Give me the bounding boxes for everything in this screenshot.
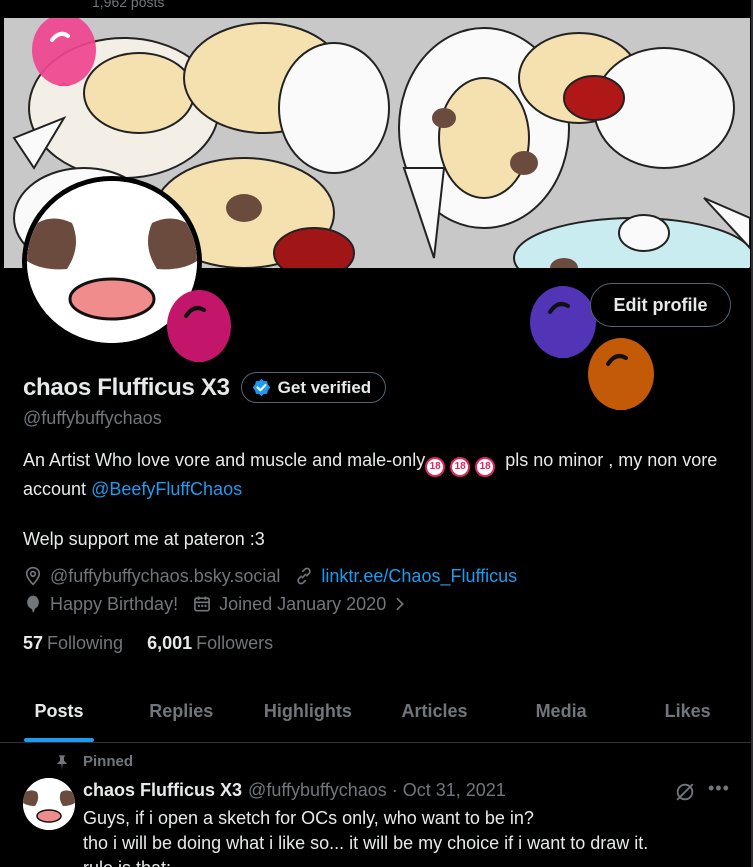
tab-label: Replies [149, 701, 214, 721]
tab-posts[interactable]: Posts [0, 681, 118, 742]
birthday-item: Happy Birthday! [23, 594, 178, 615]
top-bar: 1,962 posts [0, 0, 753, 18]
calendar-icon [194, 596, 210, 612]
pin-icon [57, 754, 67, 769]
tab-label: Posts [34, 701, 84, 721]
more-options-icon[interactable]: ••• [708, 778, 730, 799]
tab-media[interactable]: Media [498, 681, 625, 742]
edit-profile-button[interactable]: Edit profile [590, 283, 731, 327]
tweet-author-meta[interactable]: @fuffybuffychaos · Oct 31, 2021 [248, 780, 506, 801]
tab-label: Highlights [263, 701, 352, 721]
followers-label: Followers [196, 633, 274, 653]
profile-handle: @fuffybuffychaos [23, 408, 162, 428]
profile-name-row: chaos Flufficus X3 Get verified [23, 372, 387, 403]
tweet-line: Guys, if i open a sketch for OCs only, w… [83, 808, 534, 828]
bio-mention-link[interactable]: @BeefyFluffChaos [91, 479, 242, 499]
link-icon [297, 567, 312, 585]
chevron-right-icon [396, 597, 405, 611]
get-verified-button[interactable]: Get verified [240, 372, 387, 403]
location-text: @fuffybuffychaos.bsky.social [50, 565, 281, 586]
balloon-pink-icon [32, 18, 96, 86]
eighteen-plus-icon: 18 [475, 457, 496, 477]
display-name: chaos Flufficus X3 [23, 373, 230, 401]
website-item[interactable]: linktr.ee/Chaos_Flufficus [294, 566, 517, 587]
profile-tabs: Posts Replies Highlights Articles Media … [0, 681, 751, 743]
balloon-magenta-icon [167, 290, 231, 362]
website-link[interactable]: linktr.ee/Chaos_Flufficus [321, 566, 517, 587]
location-item: @fuffybuffychaos.bsky.social [23, 566, 280, 587]
pinned-indicator: Pinned [56, 753, 133, 770]
tab-label: Likes [664, 701, 711, 721]
post-count: 1,962 posts [92, 0, 165, 10]
tab-highlights[interactable]: Highlights [245, 681, 372, 742]
tab-label: Articles [401, 701, 468, 721]
joined-text: Joined January 2020 [219, 593, 387, 614]
profile-bio: An Artist Who love vore and muscle and m… [23, 448, 733, 551]
eighteen-plus-icon: 18 [450, 457, 471, 477]
follow-stats: 57 Following 6,001 Followers [23, 633, 297, 654]
tweet-author-name[interactable]: chaos Flufficus X3 [83, 780, 242, 801]
following-count: 57 [23, 633, 44, 653]
birthday-text: Happy Birthday! [50, 593, 179, 614]
tab-likes[interactable]: Likes [624, 681, 751, 742]
tab-label: Media [535, 701, 587, 721]
balloon-orange-icon [588, 338, 654, 410]
tweet-line: rule is that: [83, 856, 733, 867]
bio-text-part1: An Artist Who love vore and muscle and m… [23, 450, 426, 470]
tweet-line: tho i will be doing what i like so... it… [83, 833, 649, 853]
followers-link[interactable]: 6,001 Followers [147, 633, 273, 654]
tweet-avatar[interactable] [23, 778, 75, 830]
followers-count: 6,001 [147, 633, 193, 653]
following-label: Following [47, 633, 124, 653]
bio-text-line2: Welp support me at pateron :3 [23, 529, 265, 549]
tab-articles[interactable]: Articles [371, 681, 498, 742]
tweet-text: Guys, if i open a sketch for OCs only, w… [83, 806, 733, 867]
tab-replies[interactable]: Replies [118, 681, 245, 742]
location-pin-icon [25, 566, 41, 586]
get-verified-label: Get verified [277, 377, 372, 397]
profile-meta: @fuffybuffychaos.bsky.social linktr.ee/C… [23, 562, 531, 618]
tweet-header: chaos Flufficus X3 @fuffybuffychaos · Oc… [83, 780, 506, 801]
joined-item[interactable]: Joined January 2020 [192, 594, 415, 615]
balloon-icon [27, 595, 39, 613]
following-link[interactable]: 57 Following [23, 633, 123, 654]
verified-badge-icon [252, 378, 270, 397]
active-tab-indicator [24, 738, 94, 742]
pinned-label: Pinned [83, 753, 134, 770]
tweet-avatar-face-icon [23, 778, 75, 830]
eighteen-plus-icon: 18 [425, 457, 446, 477]
grok-icon[interactable] [674, 781, 696, 803]
